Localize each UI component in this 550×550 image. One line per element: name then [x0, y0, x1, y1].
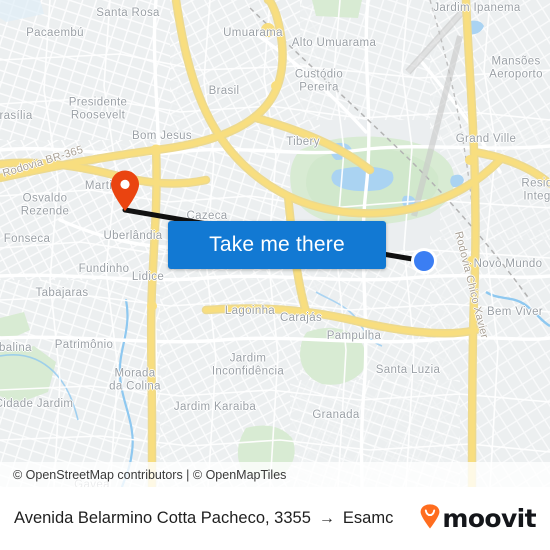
attribution-text[interactable]: © OpenStreetMap contributors | © OpenMap…	[13, 468, 286, 482]
moovit-wordmark: moovit	[442, 504, 536, 533]
map-canvas[interactable]: Santa Rosa Pacaembú Umuarama Jardim Ipanema…	[0, 0, 550, 487]
take-me-there-label: Take me there	[209, 233, 345, 256]
map-attribution: © OpenStreetMap contributors | © OpenMap…	[0, 462, 550, 487]
map-screen: Santa Rosa Pacaembú Umuarama Jardim Ipanema…	[0, 0, 550, 550]
trip-summary: Avenida Belarmino Cotta Pacheco, 3355 → …	[14, 509, 420, 528]
moovit-logo[interactable]: moovit	[420, 503, 537, 534]
trip-destination-label: Esamc	[342, 509, 394, 527]
take-me-there-button[interactable]: Take me there	[168, 221, 386, 269]
moovit-pin-icon	[420, 503, 440, 534]
trip-footer: Avenida Belarmino Cotta Pacheco, 3355 → …	[0, 487, 550, 550]
trip-origin-label: Avenida Belarmino Cotta Pacheco, 3355	[14, 509, 311, 527]
origin-pin-marker[interactable]	[110, 170, 140, 212]
destination-dot-marker[interactable]	[411, 248, 437, 274]
arrow-right-icon: →	[318, 509, 335, 527]
